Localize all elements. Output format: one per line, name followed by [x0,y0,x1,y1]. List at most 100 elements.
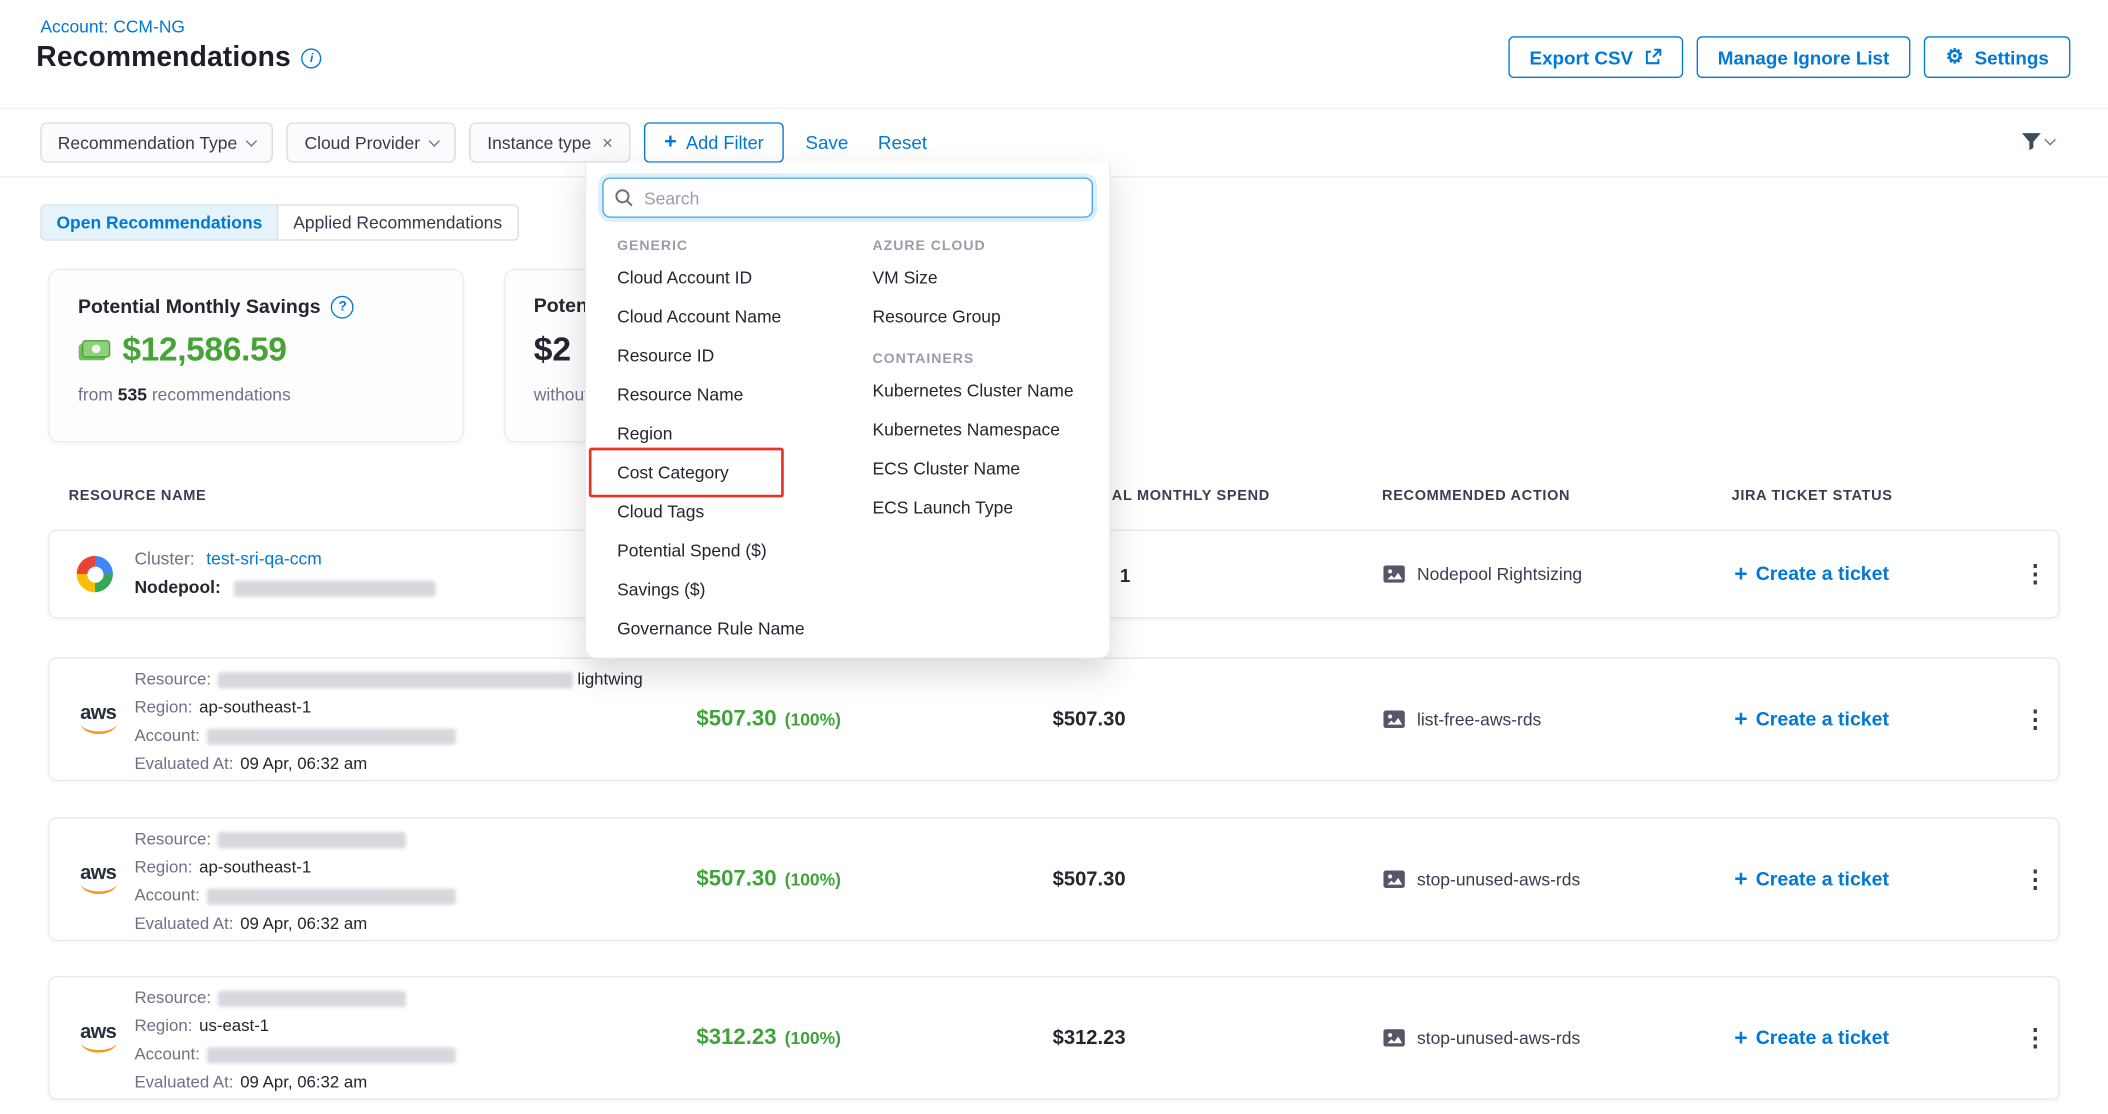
savings-amount: $12,586.59 [122,331,286,370]
table-row[interactable]: aws Resource: Region:us-east-1 Account: … [48,976,2059,1100]
funnel-icon [2021,130,2043,152]
manage-ignore-list-button[interactable]: Manage Ignore List [1696,36,1911,78]
region-value: ap-southeast-1 [199,698,311,717]
filter-option-kubernetes-cluster-name[interactable]: Kubernetes Cluster Name [862,371,1089,410]
resource-name-fragment: lightwing [577,670,642,689]
filter-option-vm-size[interactable]: VM Size [862,258,1089,297]
save-filter-button[interactable]: Save [797,132,856,154]
recommended-action-label: stop-unused-aws-rds [1417,1028,1580,1048]
recommendation-icon [1383,711,1405,728]
monthly-spend-value: $507.30 [1053,868,1126,891]
create-ticket-label: Create a ticket [1756,868,1889,890]
add-filter-button[interactable]: + Add Filter [644,122,784,162]
resource-label: Resource: [134,670,211,689]
info-icon[interactable]: i [302,48,322,68]
resource-label: Resource: [134,988,211,1007]
filter-search-input[interactable] [602,177,1093,217]
column-header-recommended-action: RECOMMENDED ACTION [1382,488,1570,504]
header-divider [0,108,2108,109]
create-ticket-button[interactable]: + Create a ticket [1734,563,1889,586]
aws-logo-text: aws [74,704,122,721]
settings-button[interactable]: ⚙ Settings [1924,36,2070,78]
filter-chip-cloud-provider[interactable]: Cloud Provider [287,122,456,162]
filter-option-potential-spend[interactable]: Potential Spend ($) [606,531,861,570]
search-icon [614,188,633,214]
create-ticket-button[interactable]: + Create a ticket [1734,868,1889,891]
recommendation-icon [1383,1029,1405,1046]
help-icon[interactable]: ? [331,296,354,319]
plus-icon: + [1734,708,1747,731]
create-ticket-button[interactable]: + Create a ticket [1734,1026,1889,1049]
filter-chip-instance-type[interactable]: Instance type × [470,122,631,162]
spend-subtext-fragment: without [534,384,589,404]
chevron-down-icon [246,135,257,146]
region-value: us-east-1 [199,1016,269,1035]
filter-chip-recommendation-type[interactable]: Recommendation Type [40,122,273,162]
evaluated-label: Evaluated At: [134,754,233,773]
region-label: Region: [134,1016,192,1035]
aws-logo-text: aws [74,1023,122,1040]
savings-percent: (100%) [785,709,841,729]
tab-applied-recommendations[interactable]: Applied Recommendations [277,206,517,240]
filter-option-governance-rule-name[interactable]: Governance Rule Name [606,609,861,648]
redacted-value [207,728,456,744]
cluster-name-link[interactable]: test-sri-qa-ccm [206,549,322,569]
cluster-label: Cluster: [134,549,194,569]
tab-open-recommendations[interactable]: Open Recommendations [42,206,277,240]
plus-icon: + [1734,868,1747,891]
account-label: Account: [134,726,199,745]
row-menu-icon[interactable]: ⋮ [2023,562,2047,586]
filter-option-resource-id[interactable]: Resource ID [606,336,861,375]
filter-option-cloud-tags[interactable]: Cloud Tags [606,492,861,531]
spend-card-title-fragment: Poten [534,296,588,318]
region-label: Region: [134,698,192,717]
filter-option-resource-group[interactable]: Resource Group [862,297,1089,336]
evaluated-label: Evaluated At: [134,914,233,933]
account-label: Account: [134,1045,199,1064]
filter-option-region[interactable]: Region [606,414,861,453]
export-csv-button[interactable]: Export CSV [1508,36,1683,78]
page-title: Recommendations [36,42,291,74]
row-menu-icon[interactable]: ⋮ [2023,867,2047,891]
table-row[interactable]: aws Resource: lightwing Region: ap-southe… [48,657,2059,781]
create-ticket-button[interactable]: + Create a ticket [1734,708,1889,731]
row-menu-icon[interactable]: ⋮ [2023,1026,2047,1050]
filter-option-ecs-cluster-name[interactable]: ECS Cluster Name [862,449,1089,488]
row-menu-icon[interactable]: ⋮ [2023,707,2047,731]
savings-value: $507.30 [696,866,776,890]
monthly-spend-value: $507.30 [1053,708,1126,731]
settings-label: Settings [1975,46,2049,68]
recommended-action-label: stop-unused-aws-rds [1417,869,1580,889]
chevron-down-icon [429,135,440,146]
redacted-value [218,832,406,848]
filter-option-kubernetes-namespace[interactable]: Kubernetes Namespace [862,410,1089,449]
filter-option-ecs-launch-type[interactable]: ECS Launch Type [862,488,1089,527]
add-filter-dropdown: GENERIC Cloud Account ID Cloud Account N… [585,163,1111,659]
potential-monthly-savings-card: Potential Monthly Savings ? $12,586.59 f… [48,269,463,442]
filter-option-cloud-account-id[interactable]: Cloud Account ID [606,258,861,297]
redacted-value [234,580,436,596]
account-label: Account: [134,886,199,905]
plus-icon: + [664,132,677,154]
gear-icon: ⚙ [1946,47,1964,67]
close-icon[interactable]: × [602,133,613,152]
table-row[interactable]: aws Resource: Region:ap-southeast-1 Acco… [48,817,2059,941]
evaluated-value: 09 Apr, 06:32 am [240,754,367,773]
aws-smile-icon [80,723,116,734]
filter-option-savings[interactable]: Savings ($) [606,570,861,609]
reset-filter-button[interactable]: Reset [870,132,935,154]
spend-amount-fragment: $2 [534,331,571,370]
aws-smile-icon [80,1042,116,1053]
savings-subtext: from 535 recommendations [78,384,291,404]
filter-option-cloud-account-name[interactable]: Cloud Account Name [606,297,861,336]
plus-icon: + [1734,563,1747,586]
savings-sub-from: from [78,384,113,404]
filter-option-resource-name[interactable]: Resource Name [606,375,861,414]
nodepool-label: Nodepool: [134,577,220,597]
filter-option-cost-category[interactable]: Cost Category [606,453,861,492]
filter-panel-toggle[interactable] [2021,130,2055,152]
header-actions: Export CSV Manage Ignore List ⚙ Settings [1508,36,2070,78]
account-breadcrumb[interactable]: Account: CCM-NG [40,16,185,36]
filter-bar: Recommendation Type Cloud Provider Insta… [40,122,935,162]
savings-value: $507.30 [696,706,776,730]
